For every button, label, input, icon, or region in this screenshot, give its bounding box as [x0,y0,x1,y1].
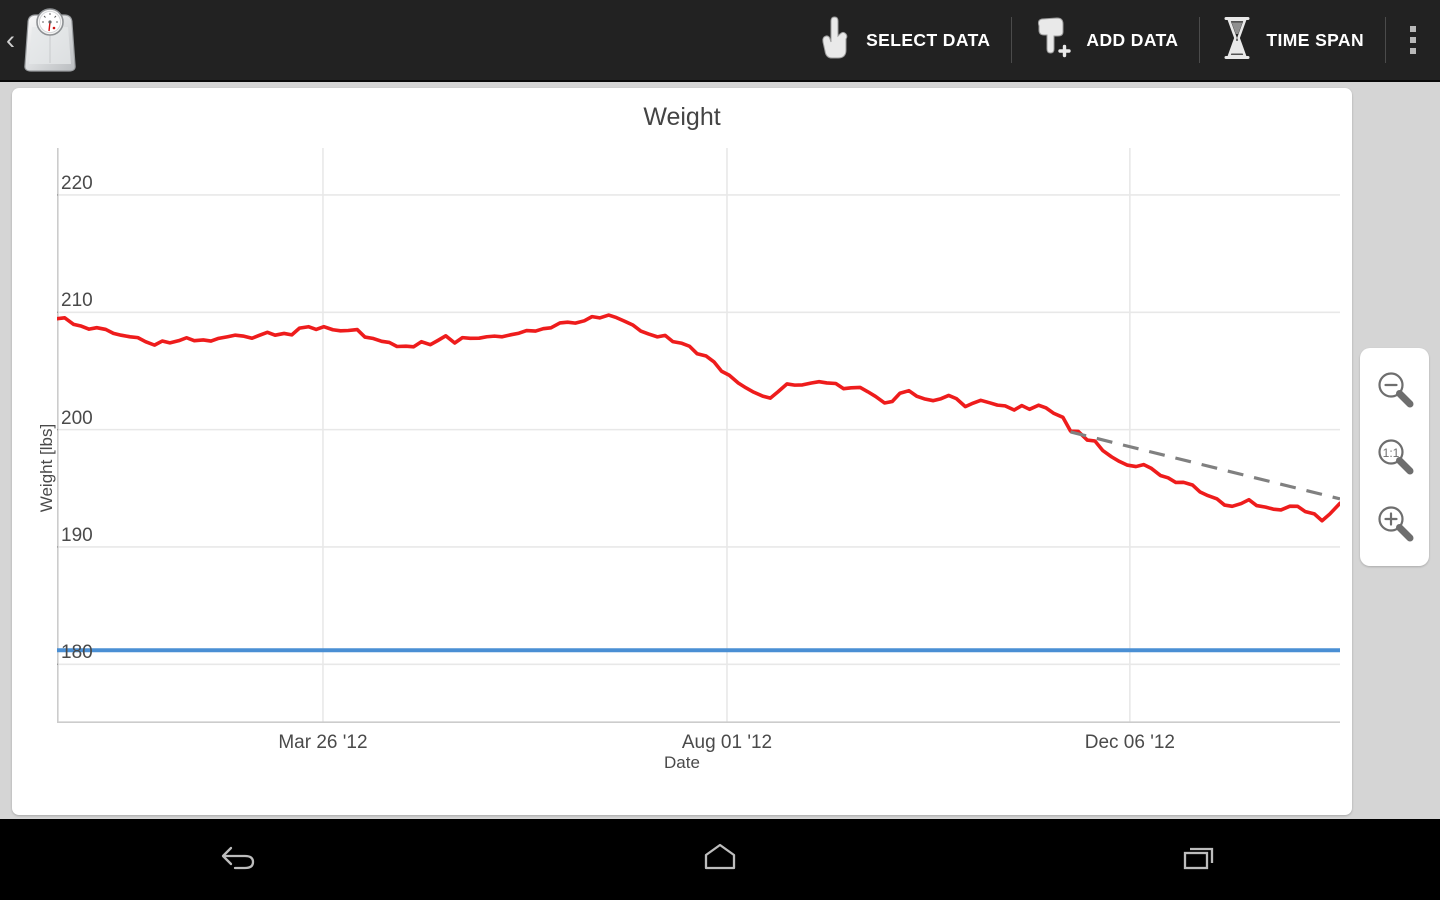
bathroom-scale-icon [19,5,81,75]
recents-icon [1177,840,1223,879]
plot-area[interactable] [57,148,1340,723]
svg-text:1:1: 1:1 [1382,446,1399,460]
add-data-button[interactable]: ADD DATA [1012,0,1199,81]
zoom-control-panel: 1:1 [1360,348,1429,566]
select-data-label: SELECT DATA [866,29,991,50]
pointing-hand-icon [819,15,853,65]
recents-button[interactable] [960,819,1440,900]
y-tick-label: 210 [61,290,93,312]
trend-line [1070,430,1340,501]
overflow-dot-2 [1410,37,1416,43]
x-tick-label: Dec 06 '12 [1084,732,1175,753]
action-bar: ‹ SELECT DATA ADD DATA TIME SPAN [0,0,1440,82]
zoom-out-button[interactable] [1367,362,1423,418]
chart-card: Weight Weight [lbs] Date 220 210 200 190 180… [12,88,1352,815]
overflow-menu-icon[interactable] [1386,0,1440,81]
overflow-dot-1 [1410,26,1416,32]
select-data-button[interactable]: SELECT DATA [798,0,1011,81]
home-button[interactable] [480,819,960,900]
x-axis-label: Date [664,753,700,772]
back-icon [217,840,263,879]
x-tick-label: Mar 26 '12 [278,732,368,753]
y-tick-label: 220 [61,172,93,194]
up-caret-icon: ‹ [6,24,15,55]
hourglass-icon [1221,15,1253,66]
back-button[interactable] [0,819,480,900]
chart-title: Weight [643,103,721,131]
time-span-label: TIME SPAN [1266,29,1364,50]
x-tick-label: Aug 01 '12 [681,732,773,753]
series-line-john [57,313,1340,523]
add-data-label: ADD DATA [1086,29,1179,50]
chart-canvas [57,148,1340,723]
zoom-in-button[interactable] [1367,496,1423,552]
zoom-reset-button[interactable]: 1:1 [1367,429,1423,485]
android-navigation-bar [0,819,1440,900]
time-span-button[interactable]: TIME SPAN [1200,0,1385,81]
app-icon-up-button[interactable]: ‹ [0,0,104,81]
y-tick-label: 190 [61,524,93,546]
overflow-dot-3 [1410,48,1416,54]
app-root: ‹ SELECT DATA ADD DATA TIME SPAN Weight … [0,0,1440,900]
action-bar-spacer [104,0,798,81]
y-tick-label: 180 [61,642,93,664]
pointing-hand-plus-icon [1033,15,1073,66]
y-axis-label: Weight [lbs] [37,423,56,513]
y-tick-label: 200 [61,407,93,429]
home-icon [697,840,743,879]
